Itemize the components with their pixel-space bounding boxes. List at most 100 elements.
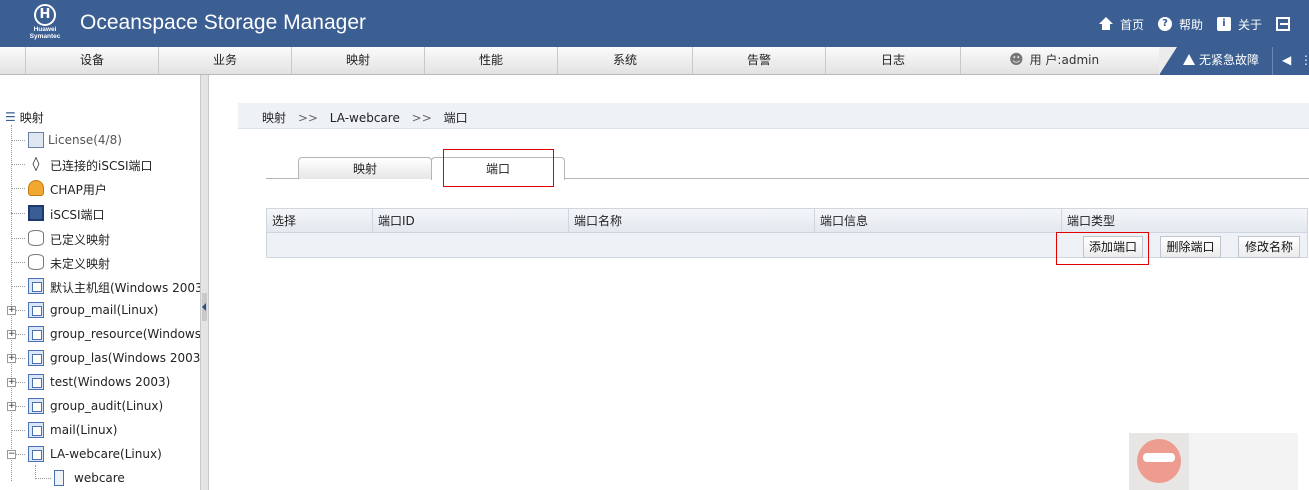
breadcrumb-item[interactable]: LA-webcare	[330, 111, 400, 125]
expand-icon[interactable]: +	[7, 378, 16, 387]
help-link[interactable]: ? 帮助	[1157, 16, 1203, 33]
highlight-box-add-button	[1056, 232, 1149, 265]
col-port-type[interactable]: 端口类型	[1061, 209, 1308, 233]
tree-item-iscsi-ports[interactable]: iSCSI端口	[0, 204, 200, 222]
main-nav: 设备 业务 映射 性能 系统 告警 日志 ☻ 用 户:admin	[0, 47, 1309, 75]
tab-mapping[interactable]: 映射	[298, 157, 432, 179]
tree-item-label: License(4/8)	[48, 133, 122, 147]
tree-root-label: 映射	[19, 110, 44, 125]
speaker-icon[interactable]: ◀	[1282, 47, 1291, 74]
warning-icon	[1183, 54, 1195, 65]
tree-item-license[interactable]: License(4/8)	[0, 131, 200, 149]
home-link[interactable]: 首页	[1098, 16, 1144, 33]
host-group-icon	[28, 422, 44, 438]
app-header: H Huawei Symantec Oceanspace Storage Man…	[0, 0, 1309, 47]
tree-item-label: CHAP用户	[50, 183, 107, 197]
nav-system[interactable]: 系统	[557, 47, 692, 74]
user-label: 用 户:admin	[1029, 53, 1100, 67]
logo-text-line2: Symantec	[29, 33, 61, 40]
tree-item-test[interactable]: + test(Windows 2003)	[0, 373, 200, 391]
col-select[interactable]: 选择	[267, 209, 372, 233]
alarm-divider	[1272, 47, 1273, 75]
nav-alarm[interactable]: 告警	[692, 47, 825, 74]
delete-port-button[interactable]: 删除端口	[1160, 236, 1221, 258]
info-icon: i	[1216, 17, 1231, 31]
tree-item-webcare[interactable]: webcare	[0, 469, 200, 487]
about-link-label: 关于	[1237, 17, 1262, 32]
iscsi-port-icon	[28, 205, 44, 221]
tree-item-group-resource[interactable]: + group_resource(Windows 2	[0, 325, 200, 343]
nav-service[interactable]: 业务	[158, 47, 291, 74]
highlight-box-tab	[443, 149, 554, 187]
tree-item-label: group_las(Windows 2003)	[50, 351, 200, 365]
host-group-icon	[28, 278, 44, 294]
tree-item-label: 默认主机组(Windows 2003)	[50, 281, 200, 295]
more-icon[interactable]: ⋮	[1300, 47, 1309, 74]
expand-icon[interactable]: +	[7, 330, 16, 339]
col-port-info[interactable]: 端口信息	[814, 209, 1061, 233]
host-group-icon	[28, 398, 44, 414]
tree-item-group-las[interactable]: + group_las(Windows 2003)	[0, 349, 200, 367]
tree-item-group-audit[interactable]: + group_audit(Linux)	[0, 397, 200, 415]
ports-table-header: 选择 端口ID 端口名称 端口信息 端口类型	[266, 208, 1308, 233]
logout-button[interactable]	[1276, 17, 1297, 31]
help-link-label: 帮助	[1178, 17, 1203, 32]
tree-item-chap-users[interactable]: CHAP用户	[0, 179, 200, 197]
collapse-icon[interactable]: −	[7, 450, 16, 459]
col-port-name[interactable]: 端口名称	[568, 209, 814, 233]
tree-item-default-host-group[interactable]: 默认主机组(Windows 2003)	[0, 277, 200, 295]
panel-splitter[interactable]	[200, 75, 209, 490]
tree-item-label: group_resource(Windows 2	[50, 327, 200, 341]
home-icon	[1098, 17, 1113, 31]
tree-item-label: iSCSI端口	[50, 208, 105, 222]
nav-device[interactable]: 设备	[25, 47, 158, 74]
logo-mark: H	[34, 4, 56, 26]
nav-performance[interactable]: 性能	[424, 47, 557, 74]
breadcrumb-item: 端口	[443, 111, 468, 125]
rename-button[interactable]: 修改名称	[1238, 236, 1300, 258]
tree-item-label: test(Windows 2003)	[50, 375, 171, 389]
logo-text-line1: Huawei	[33, 26, 57, 33]
tree-item-label: mail(Linux)	[50, 423, 118, 437]
breadcrumb-separator: >>	[411, 111, 432, 125]
host-group-icon	[28, 374, 44, 390]
tree-item-group-mail[interactable]: + group_mail(Linux)	[0, 301, 200, 319]
host-group-icon	[28, 350, 44, 366]
mapping-tree: ☰ 映射 License(4/8) ◊ 已连接的iSCSI端口 CHAP用户 i…	[0, 75, 200, 490]
help-icon: ?	[1157, 17, 1172, 31]
breadcrumb-item[interactable]: 映射	[262, 111, 286, 125]
about-link[interactable]: i 关于	[1216, 16, 1262, 33]
tree-item-label: 未定义映射	[50, 257, 111, 271]
tree-item-connected-iscsi[interactable]: ◊ 已连接的iSCSI端口	[0, 155, 200, 173]
disk-icon	[28, 254, 44, 270]
expand-icon[interactable]: +	[7, 354, 16, 363]
ports-table-toolbar	[266, 233, 1308, 258]
collapse-panel-handle[interactable]	[202, 293, 207, 321]
license-icon	[28, 132, 44, 148]
user-icon: ☻	[1009, 52, 1024, 68]
user-icon	[28, 180, 44, 196]
tree-item-label: 已连接的iSCSI端口	[50, 159, 153, 173]
nav-log[interactable]: 日志	[825, 47, 960, 74]
link-icon: ◊	[32, 156, 40, 172]
alarm-status-label: 无紧急故障	[1199, 53, 1260, 67]
watermark-mascot-image	[1129, 433, 1189, 490]
expand-icon[interactable]: +	[7, 402, 16, 411]
alarm-status: 无紧急故障	[1183, 47, 1259, 74]
alarm-status-panel[interactable]: 无紧急故障 ◀ ⋮	[1159, 47, 1309, 75]
expand-icon[interactable]: +	[7, 306, 16, 315]
tree-item-label: LA-webcare(Linux)	[50, 447, 162, 461]
host-group-icon	[28, 446, 44, 462]
tree-root[interactable]: ☰ 映射	[5, 109, 44, 125]
tree-root-icon: ☰	[5, 110, 16, 124]
col-port-id[interactable]: 端口ID	[372, 209, 568, 233]
tree-item-mail[interactable]: mail(Linux)	[0, 421, 200, 439]
nav-mapping[interactable]: 映射	[291, 47, 424, 74]
host-group-icon	[28, 326, 44, 342]
breadcrumb: 映射 >> LA-webcare >> 端口	[238, 103, 1309, 129]
tree-item-la-webcare[interactable]: − LA-webcare(Linux)	[0, 445, 200, 463]
tree-item-undefined-mappings[interactable]: 未定义映射	[0, 253, 200, 271]
tree-item-defined-mappings[interactable]: 已定义映射	[0, 229, 200, 247]
breadcrumb-separator: >>	[297, 111, 318, 125]
app-title: Oceanspace Storage Manager	[80, 11, 367, 34]
